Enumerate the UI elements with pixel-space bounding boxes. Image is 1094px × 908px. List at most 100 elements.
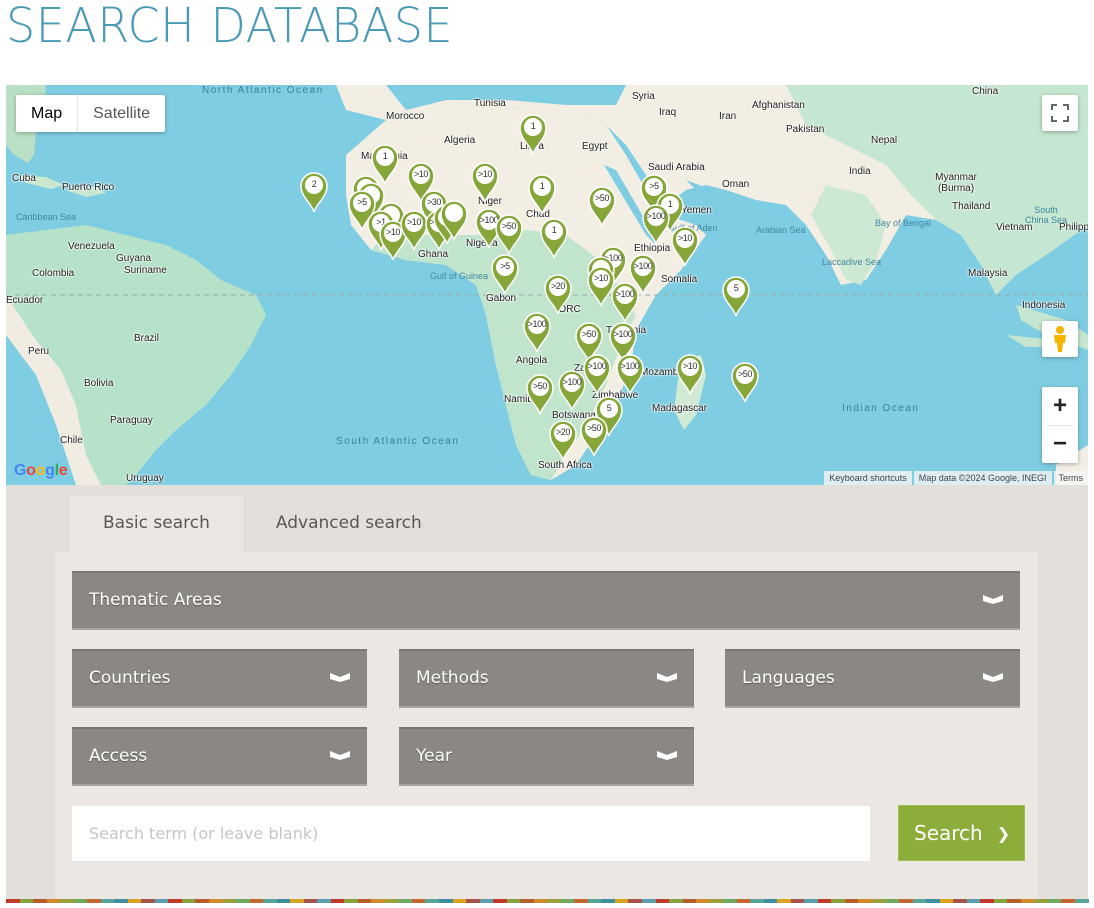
map-label-country: Suriname <box>124 265 167 276</box>
fullscreen-button[interactable] <box>1042 95 1078 131</box>
map-marker[interactable]: 1 <box>539 217 569 259</box>
map-marker[interactable]: >50 <box>730 361 760 403</box>
stripe-segment <box>19 899 34 903</box>
stripe-segment <box>520 899 534 903</box>
countries-dropdown[interactable]: Countries <box>72 649 367 708</box>
chevron-down-icon <box>330 751 350 760</box>
map-marker[interactable]: 1 <box>527 173 557 215</box>
stripe-segment <box>168 899 182 903</box>
map-marker[interactable]: >50 <box>587 185 617 227</box>
dropdown-label: Thematic Areas <box>89 590 222 610</box>
chevron-down-icon <box>983 673 1003 682</box>
map-marker[interactable]: 2 <box>299 171 329 213</box>
map-pin-icon <box>558 370 586 411</box>
map-pin-icon <box>523 312 551 353</box>
stripe-segment <box>236 899 250 903</box>
marker-count-label: >5 <box>649 181 659 191</box>
map-marker[interactable]: >20 <box>548 419 578 461</box>
map-marker[interactable]: >50 <box>579 415 609 457</box>
map-type-control: Map Satellite <box>16 95 166 132</box>
map-marker[interactable]: >10 <box>670 225 700 267</box>
map-marker[interactable]: >100 <box>557 369 587 411</box>
map-marker[interactable]: >100 <box>522 311 552 353</box>
map-marker[interactable]: >50 <box>525 373 555 415</box>
dropdown-label: Year <box>416 746 452 766</box>
map-marker[interactable]: >50 <box>494 213 524 255</box>
access-dropdown[interactable]: Access <box>72 727 367 786</box>
stripe-segment <box>154 899 169 903</box>
map-label-ocean: North Atlantic Ocean <box>202 85 324 96</box>
map-marker[interactable]: >10 <box>470 161 500 203</box>
map-marker[interactable]: >5 <box>490 253 520 295</box>
marker-count-label: >100 <box>633 261 653 271</box>
stripe-segment <box>885 899 900 903</box>
map-pin-icon <box>440 200 468 241</box>
terms-link[interactable]: Terms <box>1053 471 1088 485</box>
map-label-country: Myanmar (Burma) <box>935 172 977 194</box>
map-label-country: Iran <box>719 111 737 122</box>
stripe-segment <box>777 899 791 903</box>
map-label-country: India <box>849 166 871 177</box>
tab-basic-search[interactable]: Basic search <box>70 496 243 553</box>
zoom-in-button[interactable]: + <box>1042 387 1078 425</box>
stripe-segment <box>560 899 575 903</box>
thematic-areas-dropdown[interactable]: Thematic Areas <box>72 571 1020 630</box>
stripe-segment <box>790 899 805 903</box>
search-panel: Basic search Advanced search Thematic Ar… <box>6 485 1088 899</box>
map-pin-icon <box>611 282 639 323</box>
search-button[interactable]: Search ❯ <box>898 805 1025 861</box>
marker-count-label: >20 <box>555 427 571 437</box>
map-label-country: Malaysia <box>968 268 1008 279</box>
chevron-down-icon <box>657 751 677 760</box>
google-logo[interactable]: Google <box>14 462 68 480</box>
map-marker[interactable]: >100 <box>610 281 640 323</box>
map-type-map-button[interactable]: Map <box>16 95 79 132</box>
stripe-segment <box>290 899 304 903</box>
stripe-segment <box>303 899 318 903</box>
stripe-segment <box>939 899 954 903</box>
chevron-down-icon <box>983 595 1003 604</box>
map-pin-icon <box>526 374 554 415</box>
stripe-segment <box>831 899 845 903</box>
methods-dropdown[interactable]: Methods <box>399 649 694 708</box>
map-label-country: Venezuela <box>68 241 115 252</box>
tab-advanced-search[interactable]: Advanced search <box>243 496 455 553</box>
stripe-segment <box>993 899 1008 903</box>
map-label-country: Egypt <box>582 141 608 152</box>
keyboard-shortcuts-link[interactable]: Keyboard shortcuts <box>824 471 912 485</box>
street-view-button[interactable] <box>1042 321 1078 357</box>
map-marker[interactable]: 5 <box>721 275 751 317</box>
map-label-sea: Laccadive Sea <box>822 257 882 267</box>
map-marker[interactable]: 1 <box>518 113 548 155</box>
map-type-satellite-button[interactable]: Satellite <box>78 95 165 132</box>
map[interactable]: North Atlantic Ocean Cuba Puerto Rico Ca… <box>6 85 1088 485</box>
stripe-segment <box>899 899 913 903</box>
stripe-segment <box>966 899 981 903</box>
zoom-out-button[interactable]: − <box>1042 425 1078 463</box>
map-marker[interactable]: >20 <box>543 273 573 315</box>
map-pin-icon <box>671 226 699 267</box>
year-dropdown[interactable]: Year <box>399 727 694 786</box>
map-marker[interactable]: >100 <box>641 203 671 245</box>
map-marker[interactable]: >10 <box>675 353 705 395</box>
stripe-segment <box>858 899 872 903</box>
stripe-segment <box>926 899 940 903</box>
stripe-segment <box>1020 899 1035 903</box>
map-marker[interactable]: >100 <box>615 353 645 395</box>
stripe-segment <box>1034 899 1048 903</box>
map-label-country: Yemen <box>681 205 712 216</box>
search-input[interactable] <box>72 806 870 861</box>
stripe-segment <box>696 899 710 903</box>
map-marker[interactable] <box>439 199 469 241</box>
marker-count-label: 1 <box>530 121 536 131</box>
stripe-segment <box>317 899 331 903</box>
languages-dropdown[interactable]: Languages <box>725 649 1020 708</box>
stripe-segment <box>141 899 155 903</box>
stripe-segment <box>493 899 507 903</box>
map-label-country: Madagascar <box>652 403 708 414</box>
stripe-segment <box>817 899 832 903</box>
stripe-segment <box>1007 899 1021 903</box>
stripe-segment <box>844 899 859 903</box>
map-label-country: Syria <box>632 91 655 102</box>
stripe-segment <box>357 899 372 903</box>
